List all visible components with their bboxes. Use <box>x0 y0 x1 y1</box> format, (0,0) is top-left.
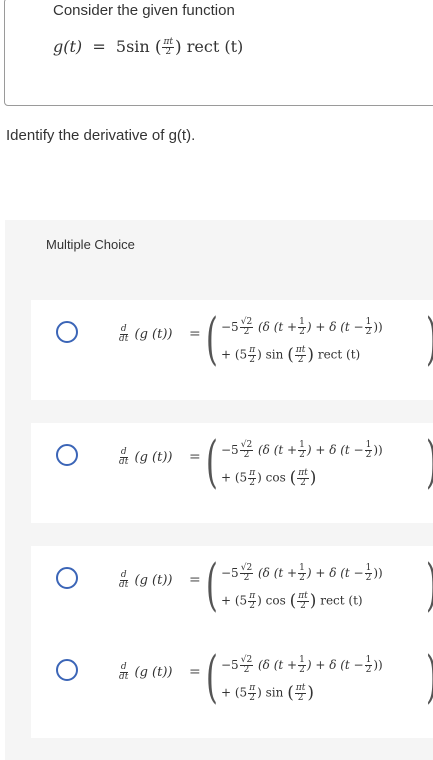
equals-sign: = <box>189 326 201 342</box>
trig-function: cos <box>265 593 286 608</box>
equals-sign: = <box>189 449 201 465</box>
derivative-rhs: ( −5 √2 2 (δ (t +1 2) + δ (t −1 2)) + (5 π 2) … <box>205 430 433 495</box>
derivative-rhs: ( −5 √2 2 (δ (t +1 2) + δ (t −1 2)) + (5 π 2) … <box>205 307 433 372</box>
choice-4[interactable]: d dt (g (t)) = ( −5 √2 2 (δ (t +1 2) + δ (t … <box>31 638 433 738</box>
question-text: Identify the derivative of g(t). <box>6 127 196 144</box>
trig-function: sin <box>265 685 284 700</box>
radio-button[interactable] <box>56 321 78 343</box>
rect-term: rect (t) <box>186 37 244 56</box>
derivative-lhs: d dt (g (t)) <box>119 447 173 467</box>
derivative-lhs: d dt (g (t)) <box>119 570 173 590</box>
rect-term: rect (t) <box>317 347 361 362</box>
delta-term: −5 √2 2 (δ (t +1 2) + δ (t −1 2)) <box>221 317 383 337</box>
radio-button[interactable] <box>56 567 78 589</box>
choice-2[interactable]: d dt (g (t)) = ( −5 √2 2 (δ (t +1 2) + δ (t … <box>31 423 433 523</box>
radio-button[interactable] <box>56 659 78 681</box>
multiple-choice-panel: Multiple Choice d dt (g (t)) = ( −5 √2 2 (δ… <box>5 220 433 760</box>
function-definition: g(t) = 5sin (πt 2) rect (t) <box>53 37 244 58</box>
prompt-box: Consider the given function g(t) = 5sin … <box>4 0 433 106</box>
equals-sign: = <box>189 572 201 588</box>
equals-sign: = <box>92 37 106 56</box>
derivative-lhs: d dt (g (t)) <box>119 662 173 682</box>
derivative-lhs: d dt (g (t)) <box>119 324 173 344</box>
choice-1[interactable]: d dt (g (t)) = ( −5 √2 2 (δ (t +1 2) + δ (t … <box>31 300 433 400</box>
trig-term: + (5 π 2) sin (πt 2) <box>221 682 315 703</box>
multiple-choice-heading: Multiple Choice <box>46 237 135 252</box>
trig-term: + (5 π 2) cos (πt 2) <box>221 467 317 488</box>
equals-sign: = <box>189 664 201 680</box>
choice-3[interactable]: d dt (g (t)) = ( −5 √2 2 (δ (t +1 2) + δ (t … <box>31 546 433 646</box>
delta-term: −5 √2 2 (δ (t +1 2) + δ (t −1 2)) <box>221 655 383 675</box>
radio-button[interactable] <box>56 444 78 466</box>
function-lhs: g(t) <box>53 37 83 56</box>
trig-function: sin <box>265 347 284 362</box>
derivative-rhs: ( −5 √2 2 (δ (t +1 2) + δ (t −1 2)) + (5 π 2) … <box>205 553 433 618</box>
derivative-rhs: ( −5 √2 2 (δ (t +1 2) + δ (t −1 2)) + (5 π 2) … <box>205 645 433 710</box>
prompt-text: Consider the given function <box>53 2 235 19</box>
trig-term: + (5 π 2) cos (πt 2) rect (t) <box>221 590 363 611</box>
pi-t-over-2: πt 2 <box>162 37 174 57</box>
rect-term: rect (t) <box>320 593 363 608</box>
delta-term: −5 √2 2 (δ (t +1 2) + δ (t −1 2)) <box>221 563 383 583</box>
trig-function: cos <box>265 470 286 485</box>
function-coef-sin: 5sin <box>115 37 150 56</box>
delta-term: −5 √2 2 (δ (t +1 2) + δ (t −1 2)) <box>221 440 383 460</box>
trig-term: + (5 π 2) sin (πt 2) rect (t) <box>221 344 361 365</box>
